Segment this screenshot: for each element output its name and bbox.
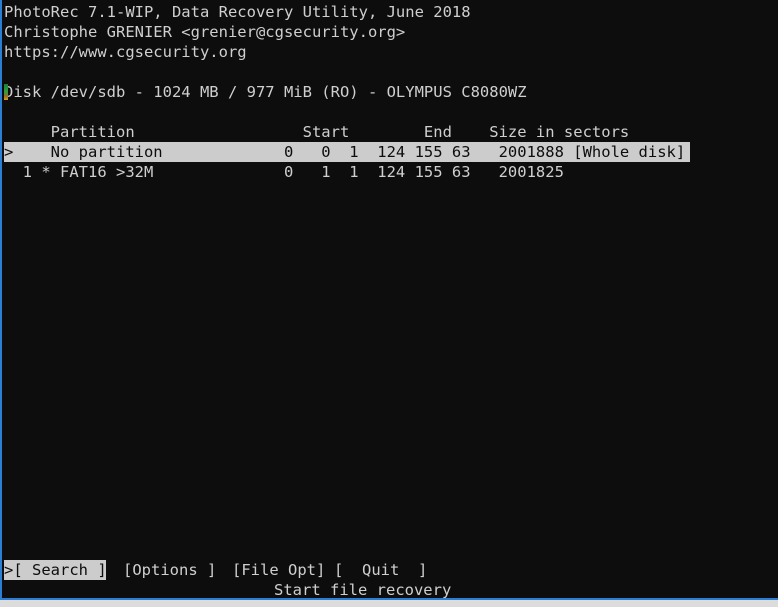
table-row[interactable]: > No partition 0 0 1 124 155 63 2001888 … xyxy=(4,142,690,162)
terminal-screen: PhotoRec 7.1-WIP, Data Recovery Utility,… xyxy=(4,0,778,598)
partition-table-header: Partition Start End Size in sectors xyxy=(4,123,630,141)
app-author: Christophe GRENIER <grenier@cgsecurity.o… xyxy=(4,23,406,41)
menu-item-options[interactable]: [Options ] xyxy=(123,560,216,580)
terminal-window: PhotoRec 7.1-WIP, Data Recovery Utility,… xyxy=(0,0,778,600)
menu-hint: Start file recovery xyxy=(274,581,452,599)
menu-item-search[interactable]: >[ Search ] xyxy=(4,560,107,580)
app-website: https://www.cgsecurity.org xyxy=(4,43,247,61)
disk-info-line: Disk /dev/sdb - 1024 MB / 977 MiB (RO) -… xyxy=(4,83,527,101)
app-title: PhotoRec 7.1-WIP, Data Recovery Utility,… xyxy=(4,3,471,21)
desktop-background xyxy=(0,600,778,607)
table-row[interactable]: 1 * FAT16 >32M 0 1 1 124 155 63 2001825 xyxy=(4,162,564,182)
menu-item-file-opt[interactable]: [File Opt] xyxy=(232,560,325,580)
menu-item-quit[interactable]: [ Quit ] xyxy=(334,560,427,580)
gutter-color-marker xyxy=(4,84,8,100)
